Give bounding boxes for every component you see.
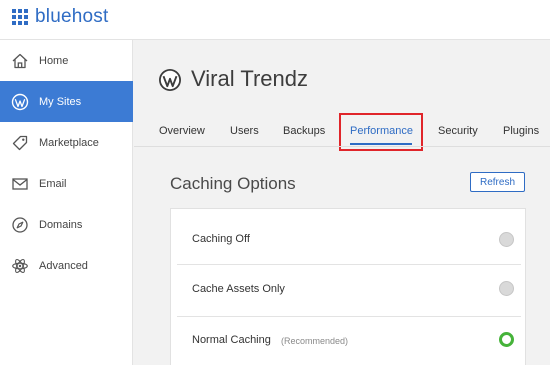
caching-option-label: Normal Caching [192, 334, 271, 346]
top-bar: bluehost [0, 0, 550, 40]
sidebar-item-my-sites[interactable]: My Sites [0, 81, 133, 122]
wordpress-icon [159, 69, 181, 91]
recommended-note: (Recommended) [281, 336, 349, 346]
home-icon [12, 53, 28, 69]
tab-users[interactable]: Users [230, 125, 259, 137]
sidebar-item-label: My Sites [39, 95, 82, 108]
caching-off-radio[interactable] [499, 232, 514, 247]
caching-option-label: Cache Assets Only [192, 283, 285, 295]
tab-overview[interactable]: Overview [159, 125, 205, 137]
sidebar-item-domains[interactable]: Domains [0, 204, 133, 245]
tab-plugins[interactable]: Plugins [503, 125, 539, 137]
compass-icon [12, 217, 28, 233]
tab-security[interactable]: Security [438, 125, 478, 137]
caching-option-label: Caching Off [192, 233, 250, 245]
caching-option-off[interactable]: Caching Off [177, 213, 521, 264]
page-title: Viral Trendz [191, 66, 308, 91]
sidebar-item-home[interactable]: Home [0, 40, 133, 81]
sidebar-item-marketplace[interactable]: Marketplace [0, 122, 133, 163]
sidebar-item-label: Advanced [39, 259, 88, 272]
tab-backups[interactable]: Backups [283, 125, 325, 137]
sidebar-item-advanced[interactable]: Advanced [0, 245, 133, 286]
normal-caching-radio[interactable] [499, 332, 514, 347]
tabs-divider [134, 146, 550, 147]
brand-name: bluehost [35, 6, 109, 27]
bluehost-grid-icon [12, 9, 28, 25]
sidebar-item-email[interactable]: Email [0, 163, 133, 204]
caching-options-title: Caching Options [170, 174, 296, 193]
caching-option-assets-only[interactable]: Cache Assets Only [177, 265, 521, 316]
wordpress-icon [11, 93, 29, 111]
sidebar-item-label: Home [39, 54, 69, 67]
sidebar-item-label: Email [39, 177, 67, 190]
caching-option-normal[interactable]: Normal Caching (Recommended) [177, 317, 521, 365]
atom-icon [12, 258, 28, 274]
refresh-button[interactable]: Refresh [470, 172, 525, 192]
cache-assets-only-radio[interactable] [499, 281, 514, 296]
sidebar: Home My Sites Marketplace Email Domains [0, 40, 133, 365]
sidebar-item-label: Domains [39, 218, 83, 231]
envelope-icon [12, 178, 28, 190]
sidebar-item-label: Marketplace [39, 136, 99, 149]
brand-logo[interactable]: bluehost [12, 6, 108, 28]
site-header: Viral Trendz Overview Users Backups Perf… [134, 40, 550, 151]
tag-icon [12, 135, 28, 151]
caching-options-panel: Caching Off Cache Assets Only Normal Cac… [170, 208, 526, 365]
